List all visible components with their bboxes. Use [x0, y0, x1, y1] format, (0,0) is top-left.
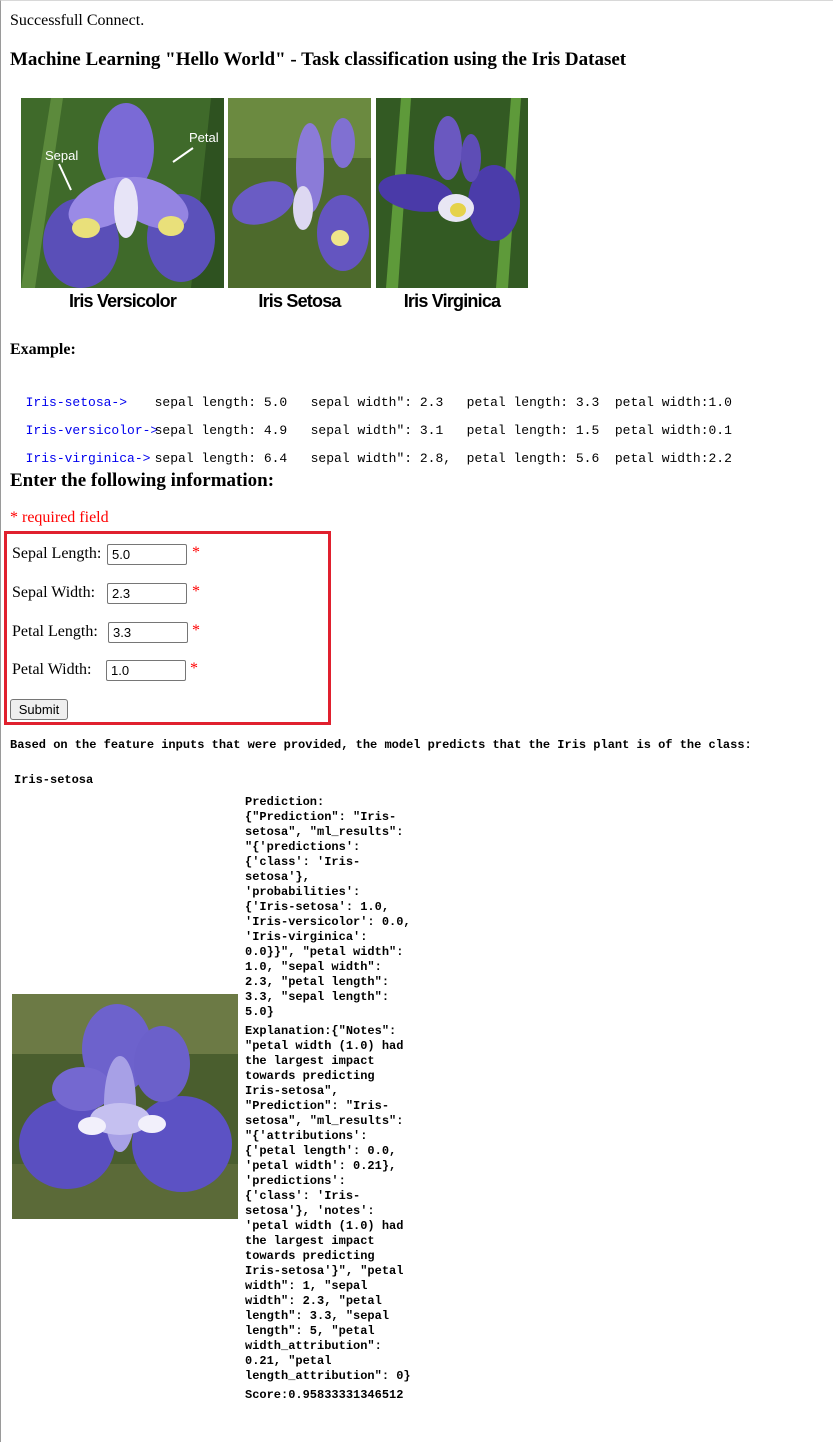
example-heading: Example:: [10, 341, 76, 358]
required-star: *: [190, 660, 198, 677]
caption-setosa: Iris Setosa: [258, 291, 341, 311]
petal-length-input[interactable]: [108, 622, 188, 643]
iris-versicolor-photo: Sepal Petal: [21, 98, 224, 288]
prediction-intro: Based on the feature inputs that were pr…: [10, 738, 752, 752]
sepal-width-label: Sepal Width:: [12, 584, 96, 601]
connection-status: Successfull Connect.: [10, 12, 145, 29]
required-star: *: [192, 583, 200, 600]
page-title: Machine Learning "Hello World" - Task cl…: [10, 49, 627, 70]
petal-label: Petal: [189, 130, 219, 145]
predicted-class: Iris-setosa: [14, 773, 94, 787]
petal-width-label: Petal Width:: [12, 661, 92, 678]
required-star: *: [192, 622, 200, 639]
iris-setosa-photo: [228, 98, 371, 288]
example-row-virginica: Iris-virginica-> sepal length: 6.4 sepal …: [10, 436, 732, 466]
prediction-json: Prediction: {"Prediction": "Iris-setosa"…: [245, 795, 411, 1019]
petal-width-input[interactable]: [106, 660, 186, 681]
form-heading: Enter the following information:: [10, 470, 275, 491]
required-star: *: [192, 544, 200, 561]
sepal-label: Sepal: [45, 148, 78, 163]
example-row-versicolor: Iris-versicolor->sepal length: 4.9 sepal…: [10, 408, 732, 438]
required-field-note: * required field: [10, 509, 109, 526]
petal-length-label: Petal Length:: [12, 623, 98, 640]
example-row-setosa: Iris-setosa-> sepal length: 5.0 sepal wid…: [10, 380, 732, 410]
explanation-json: Explanation:{"Notes": "petal width (1.0)…: [245, 1024, 411, 1383]
sepal-width-input[interactable]: [107, 583, 187, 604]
example-values-virginica: sepal length: 6.4 sepal width": 2.8, pet…: [154, 451, 732, 466]
sepal-length-input[interactable]: [107, 544, 187, 565]
caption-versicolor: Iris Versicolor: [68, 291, 177, 311]
example-link-virginica[interactable]: Iris-virginica->: [26, 451, 155, 466]
caption-virginica: Iris Virginica: [403, 291, 501, 311]
sepal-length-label: Sepal Length:: [12, 545, 102, 562]
score-text: Score:0.95833331346512: [245, 1388, 404, 1402]
iris-virginica-photo: [376, 98, 528, 288]
predicted-iris-photo: [12, 994, 238, 1219]
prediction-details: Prediction: {"Prediction": "Iris-setosa"…: [245, 795, 415, 1407]
submit-button[interactable]: Submit: [10, 699, 68, 720]
